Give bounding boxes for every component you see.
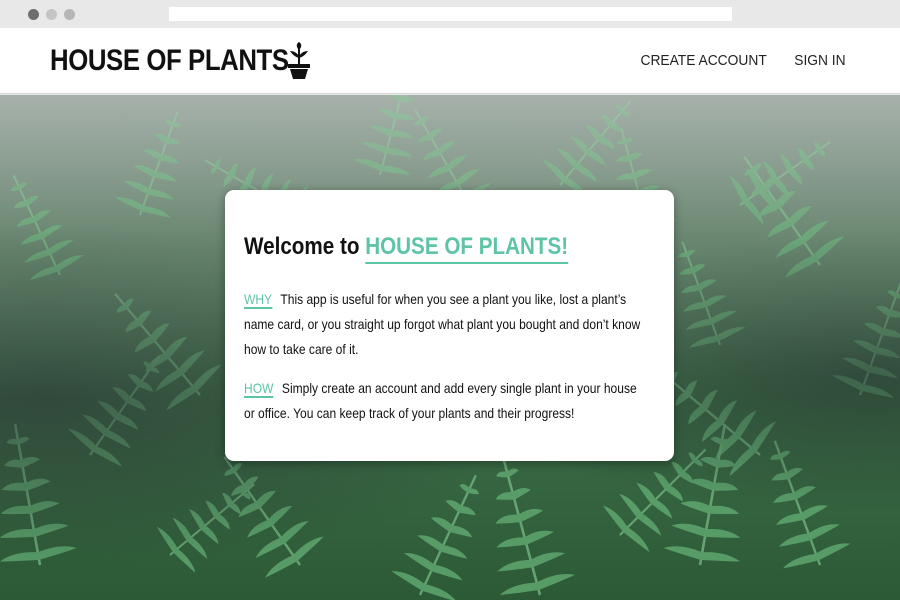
how-text: Simply create an account and add every s… <box>244 380 637 421</box>
welcome-prefix: Welcome to <box>244 233 360 260</box>
main-nav: CREATE ACCOUNT SIGN IN <box>635 52 848 69</box>
site-header: HOUSE OF PLANTS CREATE ACCOUNT SIGN IN <box>0 28 900 94</box>
brand-title[interactable]: HOUSE OF PLANTS <box>50 44 289 78</box>
window-minimize-dot[interactable] <box>46 9 57 20</box>
why-tag: WHY <box>244 291 273 309</box>
create-account-link[interactable]: CREATE ACCOUNT <box>640 52 766 69</box>
potted-plant-icon <box>288 42 310 79</box>
address-bar[interactable] <box>169 7 732 21</box>
window-maximize-dot[interactable] <box>64 9 75 20</box>
welcome-brand: HOUSE OF PLANTS! <box>365 233 569 264</box>
window-close-dot[interactable] <box>28 9 39 20</box>
welcome-card: Welcome to HOUSE OF PLANTS! WHY This app… <box>225 190 674 461</box>
welcome-heading: Welcome to HOUSE OF PLANTS! <box>244 233 569 264</box>
why-text: This app is useful for when you see a pl… <box>244 291 641 357</box>
why-paragraph: WHY This app is useful for when you see … <box>244 287 648 362</box>
how-paragraph: HOW Simply create an account and add eve… <box>244 376 648 426</box>
browser-chrome <box>0 0 900 28</box>
sign-in-link[interactable]: SIGN IN <box>794 52 845 69</box>
how-tag: HOW <box>244 380 274 398</box>
